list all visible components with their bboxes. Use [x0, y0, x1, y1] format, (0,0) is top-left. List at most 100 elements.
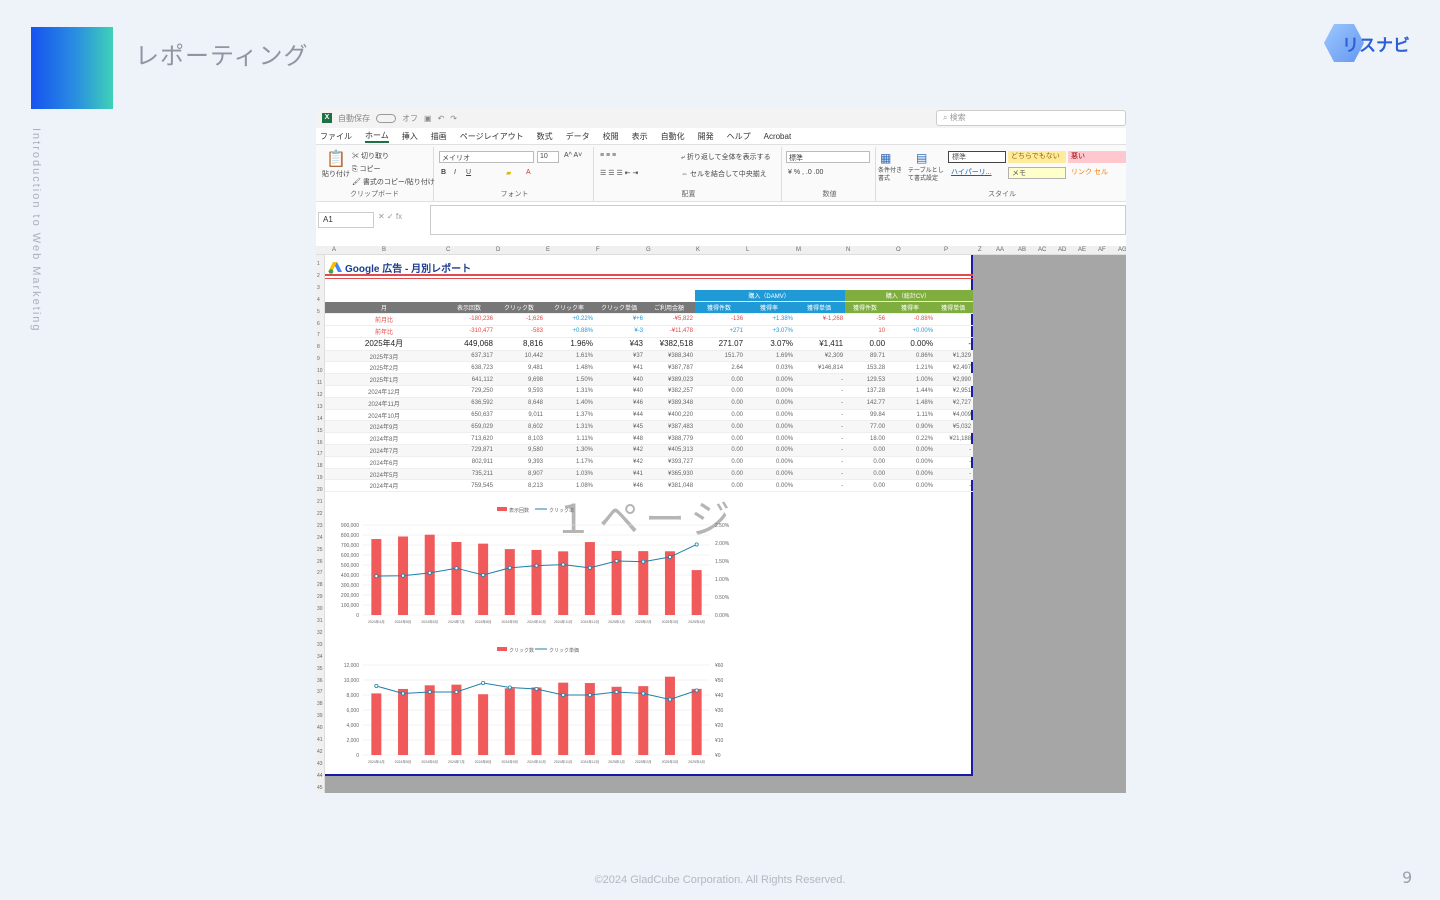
table-cell[interactable]: ¥5,032 [935, 420, 974, 434]
percent-icon[interactable]: ¥ % , .0 .00 [788, 169, 823, 176]
table-cell[interactable]: 1.03% [545, 468, 595, 481]
italic-icon[interactable]: I [454, 169, 456, 176]
fill-color-icon[interactable]: ▰ [506, 169, 511, 177]
table-cell[interactable]: 650,637 [445, 409, 495, 422]
redo-icon[interactable]: ↷ [450, 114, 457, 123]
table-cell[interactable]: ¥387,483 [645, 420, 696, 434]
table-cell[interactable]: ¥42 [595, 444, 645, 457]
column-label[interactable]: O [896, 247, 901, 253]
row-label[interactable]: 3 [317, 285, 320, 291]
table-cell[interactable]: 0.00% [745, 385, 796, 398]
table-cell[interactable]: - [795, 409, 846, 422]
table-cell[interactable]: 0.00 [695, 385, 746, 398]
style-neutral[interactable]: どちらでもない [1008, 151, 1066, 163]
table-cell[interactable]: 0.86% [887, 350, 936, 363]
table-cell[interactable]: 前月比 [325, 313, 445, 326]
tab-automate[interactable]: 自動化 [661, 131, 685, 142]
font-grow-icon[interactable]: A^ A˅ [564, 152, 582, 159]
merge-center-button[interactable]: ⇔ セルを結合して中央揃え [681, 169, 767, 179]
table-cell[interactable]: 2024年8月 [325, 432, 445, 446]
table-cell[interactable]: ¥+6 [595, 313, 645, 326]
tab-view[interactable]: 表示 [632, 131, 648, 142]
row-label[interactable]: 11 [317, 380, 322, 386]
bold-icon[interactable]: B [441, 169, 446, 176]
table-cell[interactable]: -0.88% [887, 313, 936, 326]
table-cell[interactable]: - [795, 456, 846, 469]
table-cell[interactable]: -583 [495, 325, 545, 338]
column-label[interactable]: B [382, 247, 386, 253]
table-cell[interactable]: 129.53 [845, 373, 888, 387]
row-label[interactable]: 43 [317, 761, 323, 767]
table-cell[interactable]: ¥146,814 [795, 361, 846, 375]
table-cell[interactable]: ¥45 [595, 420, 645, 434]
table-cell[interactable]: ¥41 [595, 361, 645, 375]
table-cell[interactable]: 3.07% [745, 337, 796, 351]
table-cell[interactable]: ¥40 [595, 385, 645, 398]
row-label[interactable]: 12 [317, 392, 323, 398]
table-cell[interactable]: 1.00% [887, 373, 936, 387]
table-cell[interactable]: 1.48% [887, 397, 936, 410]
table-cell[interactable]: ¥388,779 [645, 432, 696, 446]
row-label[interactable]: 6 [317, 321, 320, 327]
table-cell[interactable]: 271.07 [695, 337, 746, 351]
table-cell[interactable]: 729,871 [445, 444, 495, 457]
table-cell[interactable]: 1.50% [545, 373, 595, 387]
table-cell[interactable]: - [935, 337, 974, 351]
table-cell[interactable]: 142.77 [845, 397, 888, 410]
table-cell[interactable]: 0.00 [695, 432, 746, 446]
table-cell[interactable]: 0.00% [745, 409, 796, 422]
row-label[interactable]: 21 [317, 499, 323, 505]
column-label[interactable]: A [332, 247, 336, 253]
table-cell[interactable]: 2.64 [695, 361, 746, 375]
table-cell[interactable]: ¥2,497 [935, 361, 974, 375]
table-cell[interactable]: 153.28 [845, 361, 888, 375]
column-label[interactable]: AA [996, 247, 1004, 253]
table-cell[interactable]: 137.28 [845, 385, 888, 398]
row-label[interactable]: 45 [317, 785, 323, 791]
table-cell[interactable]: -310,477 [445, 325, 495, 338]
table-cell[interactable]: -¥5,822 [645, 313, 696, 326]
row-label[interactable]: 33 [317, 642, 323, 648]
table-cell[interactable]: - [795, 468, 846, 481]
row-label[interactable]: 30 [317, 606, 323, 612]
table-cell[interactable]: +271 [695, 325, 746, 338]
table-cell[interactable]: 0.00% [745, 432, 796, 446]
paste-icon[interactable]: 📋 [326, 149, 346, 169]
table-cell[interactable]: 641,112 [445, 373, 495, 387]
row-label[interactable]: 32 [317, 630, 323, 636]
table-cell[interactable]: 0.00% [745, 479, 796, 493]
row-label[interactable]: 41 [317, 737, 323, 743]
table-cell[interactable] [935, 325, 974, 338]
row-label[interactable]: 22 [317, 511, 323, 517]
table-cell[interactable]: - [795, 420, 846, 434]
table-cell[interactable]: ¥405,313 [645, 444, 696, 457]
table-cell[interactable]: ¥4,009 [935, 409, 974, 422]
search-input[interactable]: ⌕ 検索 [936, 110, 1126, 126]
table-cell[interactable]: 8,213 [495, 479, 545, 493]
table-cell[interactable]: 0.00% [887, 456, 936, 469]
table-cell[interactable]: ¥21,188 [935, 432, 974, 446]
tab-formulas[interactable]: 数式 [537, 131, 553, 142]
undo-icon[interactable]: ↶ [438, 114, 445, 123]
table-cell[interactable]: 0.00% [887, 444, 936, 457]
column-label[interactable]: AE [1078, 247, 1086, 253]
table-cell[interactable]: ¥389,023 [645, 373, 696, 387]
table-cell[interactable]: 659,029 [445, 420, 495, 434]
row-label[interactable]: 39 [317, 713, 323, 719]
table-cell[interactable]: 449,068 [445, 337, 495, 351]
row-label[interactable]: 20 [317, 487, 323, 493]
table-cell[interactable]: - [935, 444, 974, 457]
table-cell[interactable]: - [935, 456, 974, 469]
table-cell[interactable]: 1.40% [545, 397, 595, 410]
table-cell[interactable]: 0.00% [745, 373, 796, 387]
column-label[interactable]: AC [1038, 247, 1046, 253]
tab-home[interactable]: ホーム [365, 130, 389, 143]
table-cell[interactable]: 8,602 [495, 420, 545, 434]
tab-page-layout[interactable]: ページレイアウト [460, 131, 524, 142]
row-label[interactable]: 31 [317, 618, 323, 624]
conditional-format-icon[interactable]: ▦ [880, 151, 891, 165]
table-cell[interactable]: 1.30% [545, 444, 595, 457]
table-cell[interactable]: 2025年2月 [325, 361, 445, 375]
autosave-toggle[interactable] [376, 113, 396, 123]
table-cell[interactable]: 10 [845, 325, 888, 338]
